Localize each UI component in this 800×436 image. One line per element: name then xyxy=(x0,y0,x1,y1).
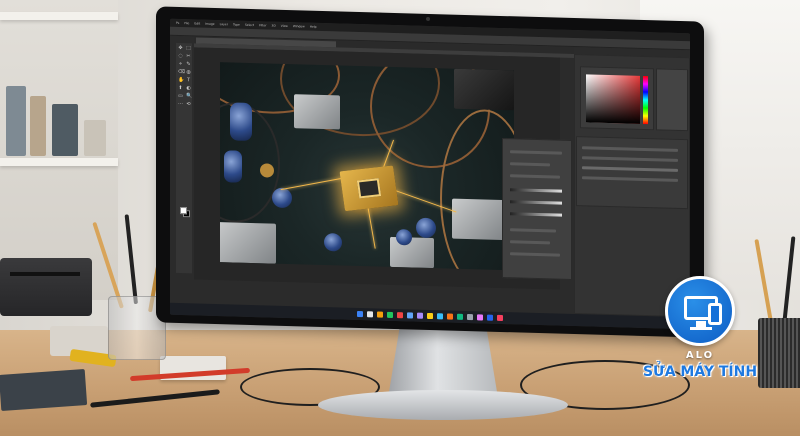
taskbar-app-icon[interactable] xyxy=(487,314,493,321)
capacitor xyxy=(324,233,342,252)
monitor-base-icon xyxy=(690,327,712,330)
shelf-object xyxy=(84,120,106,156)
menu-item[interactable]: Filter xyxy=(259,23,266,27)
capacitor xyxy=(272,187,292,209)
glowing-trace xyxy=(280,176,350,191)
monitor-screen: Ps File Edit Image Layer Type Select Fil… xyxy=(170,18,690,330)
taskbar-app-icon[interactable] xyxy=(417,312,423,319)
capacitor xyxy=(230,102,252,142)
connector-block xyxy=(220,222,276,264)
eyedropper-tool-icon[interactable]: ⌖ xyxy=(178,61,183,67)
menu-item[interactable]: Type xyxy=(233,22,240,26)
rotate-tool-icon[interactable]: ⟲ xyxy=(186,101,191,107)
taskbar-app-icon[interactable] xyxy=(467,314,473,321)
adjustments-panel xyxy=(502,138,572,280)
photoshop-toolbar: ✥ ⬚ ◌ ✂ ⌖ ✎ ⌫ ◍ ✋ T ⬆ ◐ ▭ 🔍 ⋯ ⟲ xyxy=(176,42,192,274)
menu-item[interactable]: Layer xyxy=(220,22,228,26)
zoom-tool-icon[interactable]: 🔍 xyxy=(186,93,192,99)
webcam xyxy=(426,16,430,21)
menu-item[interactable]: Select xyxy=(245,23,254,27)
artwork-circuit-board[interactable] xyxy=(220,62,514,271)
type-tool-icon[interactable]: T xyxy=(186,77,191,83)
stamp-tool-icon[interactable]: ◍ xyxy=(186,69,191,75)
menu-item[interactable]: View xyxy=(281,24,288,28)
shape-tool-icon[interactable]: ▭ xyxy=(178,93,183,99)
capacitor xyxy=(396,229,412,246)
printer xyxy=(0,258,92,316)
glowing-processor-chip xyxy=(339,165,399,212)
taskbar-app-icon[interactable] xyxy=(457,313,463,320)
menu-item[interactable]: Image xyxy=(205,22,214,26)
start-icon[interactable] xyxy=(357,310,363,318)
connector-block xyxy=(454,68,514,111)
capacitor xyxy=(224,150,242,183)
taskbar-app-icon[interactable] xyxy=(477,314,483,321)
printer-slot xyxy=(10,272,80,276)
heat-sink xyxy=(294,94,340,130)
heat-sink xyxy=(452,198,504,241)
more-tools-icon[interactable]: ⋯ xyxy=(178,101,183,107)
shelf-board xyxy=(0,12,118,20)
menu-item[interactable]: 3D xyxy=(272,24,276,28)
shelf-object xyxy=(30,96,46,156)
menu-item[interactable]: Ps xyxy=(176,21,179,25)
chip-core xyxy=(356,178,382,199)
shelf-board xyxy=(0,158,118,166)
eraser-tool-icon[interactable]: ⌫ xyxy=(178,69,185,75)
color-picker-field[interactable] xyxy=(586,74,640,124)
menu-item[interactable]: Window xyxy=(293,24,305,28)
menu-item[interactable]: Edit xyxy=(194,21,200,25)
dodge-tool-icon[interactable]: ◐ xyxy=(186,85,191,91)
phone-icon xyxy=(708,303,722,325)
shelf-object xyxy=(6,86,26,156)
taskbar-app-icon[interactable] xyxy=(497,314,503,322)
logo-top-text: ALO xyxy=(685,350,715,361)
taskbar-app-icon[interactable] xyxy=(397,312,403,319)
path-tool-icon[interactable]: ⬆ xyxy=(178,85,183,91)
taskbar-app-icon[interactable] xyxy=(387,311,393,318)
marquee-tool-icon[interactable]: ⬚ xyxy=(186,45,191,51)
inductor xyxy=(260,163,274,178)
crop-tool-icon[interactable]: ✂ xyxy=(186,53,191,59)
taskbar-app-icon[interactable] xyxy=(377,311,383,318)
brush-tool-icon[interactable]: ✎ xyxy=(186,61,191,67)
taskbar-app-icon[interactable] xyxy=(427,312,433,320)
logo-brand-text: SỬA MÁY TÍNH xyxy=(642,364,758,380)
move-tool-icon[interactable]: ✥ xyxy=(178,45,183,51)
lasso-tool-icon[interactable]: ◌ xyxy=(178,53,183,59)
taskbar-app-icon[interactable] xyxy=(407,312,413,319)
swatches-panel xyxy=(656,68,688,132)
monitor-stand-base xyxy=(318,390,568,420)
brand-logo xyxy=(665,276,735,346)
menu-item[interactable]: File xyxy=(184,21,189,25)
notebook xyxy=(0,369,88,411)
foreground-color-swatch[interactable] xyxy=(180,207,187,215)
hue-slider[interactable] xyxy=(643,75,648,125)
capacitor xyxy=(416,217,436,239)
shelf-object xyxy=(52,104,78,156)
search-icon[interactable] xyxy=(367,311,373,318)
hand-tool-icon[interactable]: ✋ xyxy=(178,77,184,83)
monitor: Ps File Edit Image Layer Type Select Fil… xyxy=(156,6,704,338)
menu-item[interactable]: Help xyxy=(310,25,317,29)
taskbar-app-icon[interactable] xyxy=(437,313,443,320)
taskbar-app-icon[interactable] xyxy=(447,313,453,320)
bookshelf xyxy=(0,0,118,300)
